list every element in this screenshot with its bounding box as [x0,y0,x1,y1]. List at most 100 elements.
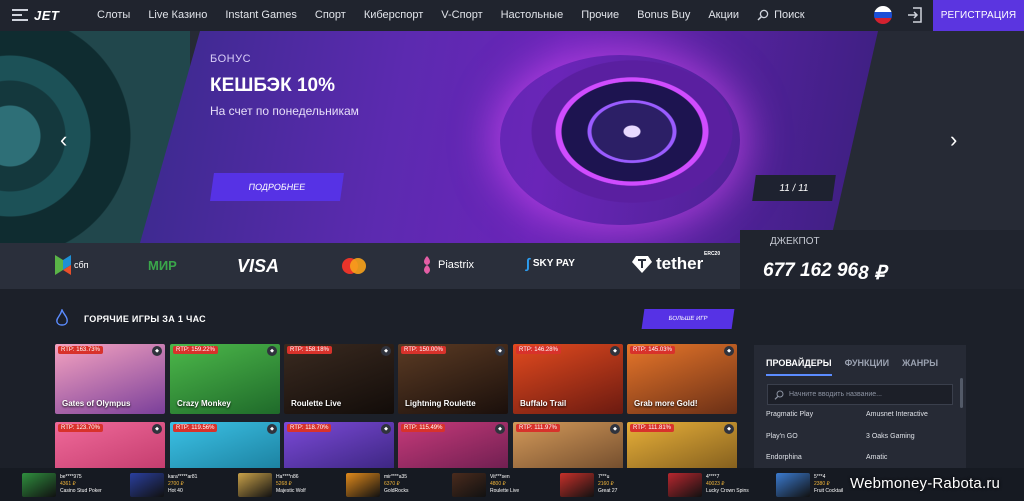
win-amount: 5268 ₽ [276,481,292,487]
sbp-label: сбп [74,260,89,270]
menu-icon[interactable] [12,9,28,21]
win-game: GoldRocks [384,488,409,494]
win-game: Lucky Crown Spins [706,488,749,494]
site-logo[interactable]: JET [34,8,59,23]
slide-counter: 11 / 11 [752,175,836,201]
chevron-right-icon[interactable]: › [950,127,957,153]
nav-bonus-buy[interactable]: Bonus Buy [637,9,690,21]
payment-sbp: сбп [55,255,89,275]
game-card[interactable]: RTP: 150.00% ◆ Lightning Roulette [398,344,508,414]
game-card[interactable]: RTP: 158.18% ◆ Roulette Live [284,344,394,414]
hero-kicker: БОНУС [210,53,252,65]
provider-search-placeholder: Начните вводить название... [789,391,882,398]
win-text: Ha****n86 5268 ₽ Majestic Wolf [276,474,306,495]
details-button[interactable]: ПОДРОБНЕЕ [210,173,344,201]
win-game: Majestic Wolf [276,488,306,494]
nav-other[interactable]: Прочие [581,9,619,21]
win-game: Casino Stud Poker [60,488,102,494]
win-item[interactable]: kara*****ar81 2700 ₽ Hot 40 [130,471,197,498]
piastrix-label: Piastrix [438,259,475,271]
winner-name: be****975 [60,474,82,480]
win-item[interactable]: 7***u 2160 ₽ Great 27 [560,471,617,498]
provider-badge-icon: ◆ [152,424,162,434]
tab-features[interactable]: ФУНКЦИИ [845,358,889,376]
nav-sport[interactable]: Спорт [315,9,346,21]
provider-badge-icon: ◆ [724,346,734,356]
winner-name: Ha****n86 [276,474,299,480]
chevron-left-icon[interactable]: ‹ [60,127,67,153]
nav-search[interactable]: Поиск [757,9,822,21]
provider-item[interactable]: 3 Oaks Gaming [866,433,915,440]
win-amount: 40023 ₽ [706,481,725,487]
jackpot-tail: 8 ₽ [858,263,887,284]
game-thumbnail [452,472,486,497]
win-text: be****975 4361 ₽ Casino Stud Poker [60,474,102,495]
provider-item[interactable]: Endorphina [766,454,802,461]
nav-v-sport[interactable]: V-Спорт [441,9,482,21]
win-item[interactable]: 4****7 40023 ₽ Lucky Crown Spins [668,471,749,498]
payment-skypay: ∫ SKY PAY [526,255,575,271]
winner-name: 7***u [598,474,610,480]
win-item[interactable]: Vit***sen 4800 ₽ Roulette Live [452,471,519,498]
watermark: Webmoney-Rabota.ru [850,475,1001,492]
payment-visa: VISA [237,256,280,276]
rtp-badge: RTP: 150.00% [401,346,446,354]
provider-item[interactable]: Play'n GO [766,433,798,440]
nav-live-casino[interactable]: Live Казино [148,9,207,21]
game-title: Gates of Olympus [62,399,131,408]
game-thumbnail [668,472,702,497]
providers-scrollbar[interactable] [960,378,963,408]
win-text: mir****a35 6370 ₽ GoldRocks [384,474,408,495]
provider-badge-icon: ◆ [610,424,620,434]
nav-slots[interactable]: Слоты [97,9,130,21]
win-text: 5***4 2380 ₽ Fruit Cocktail [814,474,843,495]
tab-genres[interactable]: ЖАНРЫ [902,358,938,376]
register-button[interactable]: РЕГИСТРАЦИЯ [933,0,1024,31]
win-game: Roulette Live [490,488,520,494]
game-title: Roulette Live [291,399,342,408]
more-games-button[interactable]: БОЛЬШЕ ИГР [641,309,735,329]
game-card[interactable]: RTP: 163.73% ◆ Gates of Olympus [55,344,165,414]
provider-item[interactable]: Pragmatic Play [766,411,813,418]
game-thumbnail [776,472,810,497]
login-icon[interactable] [906,6,924,24]
jackpot-label: ДЖЕКПОТ [770,236,820,247]
rtp-badge: RTP: 111.97% [516,424,561,432]
game-title: Grab more Gold! [634,399,698,408]
tab-providers[interactable]: ПРОВАЙДЕРЫ [766,358,832,376]
win-item[interactable]: be****975 4361 ₽ Casino Stud Poker [22,471,102,498]
provider-item[interactable]: Amusnet Interactive [866,411,928,418]
provider-badge-icon: ◆ [495,424,505,434]
win-text: 7***u 2160 ₽ Great 27 [598,474,617,495]
search-icon [757,9,769,21]
roulette-wheel-image [500,55,740,225]
game-card[interactable]: RTP: 145.03% ◆ Grab more Gold! [627,344,737,414]
win-item[interactable]: Ha****n86 5268 ₽ Majestic Wolf [238,471,306,498]
nav-instant-games[interactable]: Instant Games [225,9,297,21]
win-text: 4****7 40023 ₽ Lucky Crown Spins [706,474,749,495]
win-game: Fruit Cocktail [814,488,844,494]
skypay-label: SKY PAY [532,257,575,269]
nav-table-games[interactable]: Настольные [501,9,564,21]
games-grid: RTP: 163.73% ◆ Gates of Olympus RTP: 159.22… [55,344,740,492]
hot-games-title: ГОРЯЧИЕ ИГРЫ ЗА 1 ЧАС [84,314,206,324]
game-card[interactable]: RTP: 146.28% ◆ Buffalo Trail [513,344,623,414]
tether-label: tether [656,254,704,273]
win-amount: 6370 ₽ [384,481,400,487]
provider-item[interactable]: Amatic [866,454,887,461]
winner-name: mir****a35 [384,474,408,480]
nav-esports[interactable]: Киберспорт [364,9,423,21]
win-amount: 4361 ₽ [60,481,76,487]
hero-subtitle: На счет по понедельникам [210,104,359,118]
fire-icon [56,309,68,326]
game-card[interactable]: RTP: 159.22% ◆ Crazy Monkey [170,344,280,414]
mastercard-icon [340,257,368,275]
win-item[interactable]: mir****a35 6370 ₽ GoldRocks [346,471,408,498]
language-flag-icon[interactable] [874,6,892,24]
provider-search-input[interactable]: Начните вводить название... [767,384,953,405]
winner-name: kara*****ar81 [168,474,198,480]
win-game: Great 27 [598,488,618,494]
payment-mir: МИР [148,258,177,273]
nav-promotions[interactable]: Акции [708,9,739,21]
win-item[interactable]: 5***4 2380 ₽ Fruit Cocktail [776,471,843,498]
